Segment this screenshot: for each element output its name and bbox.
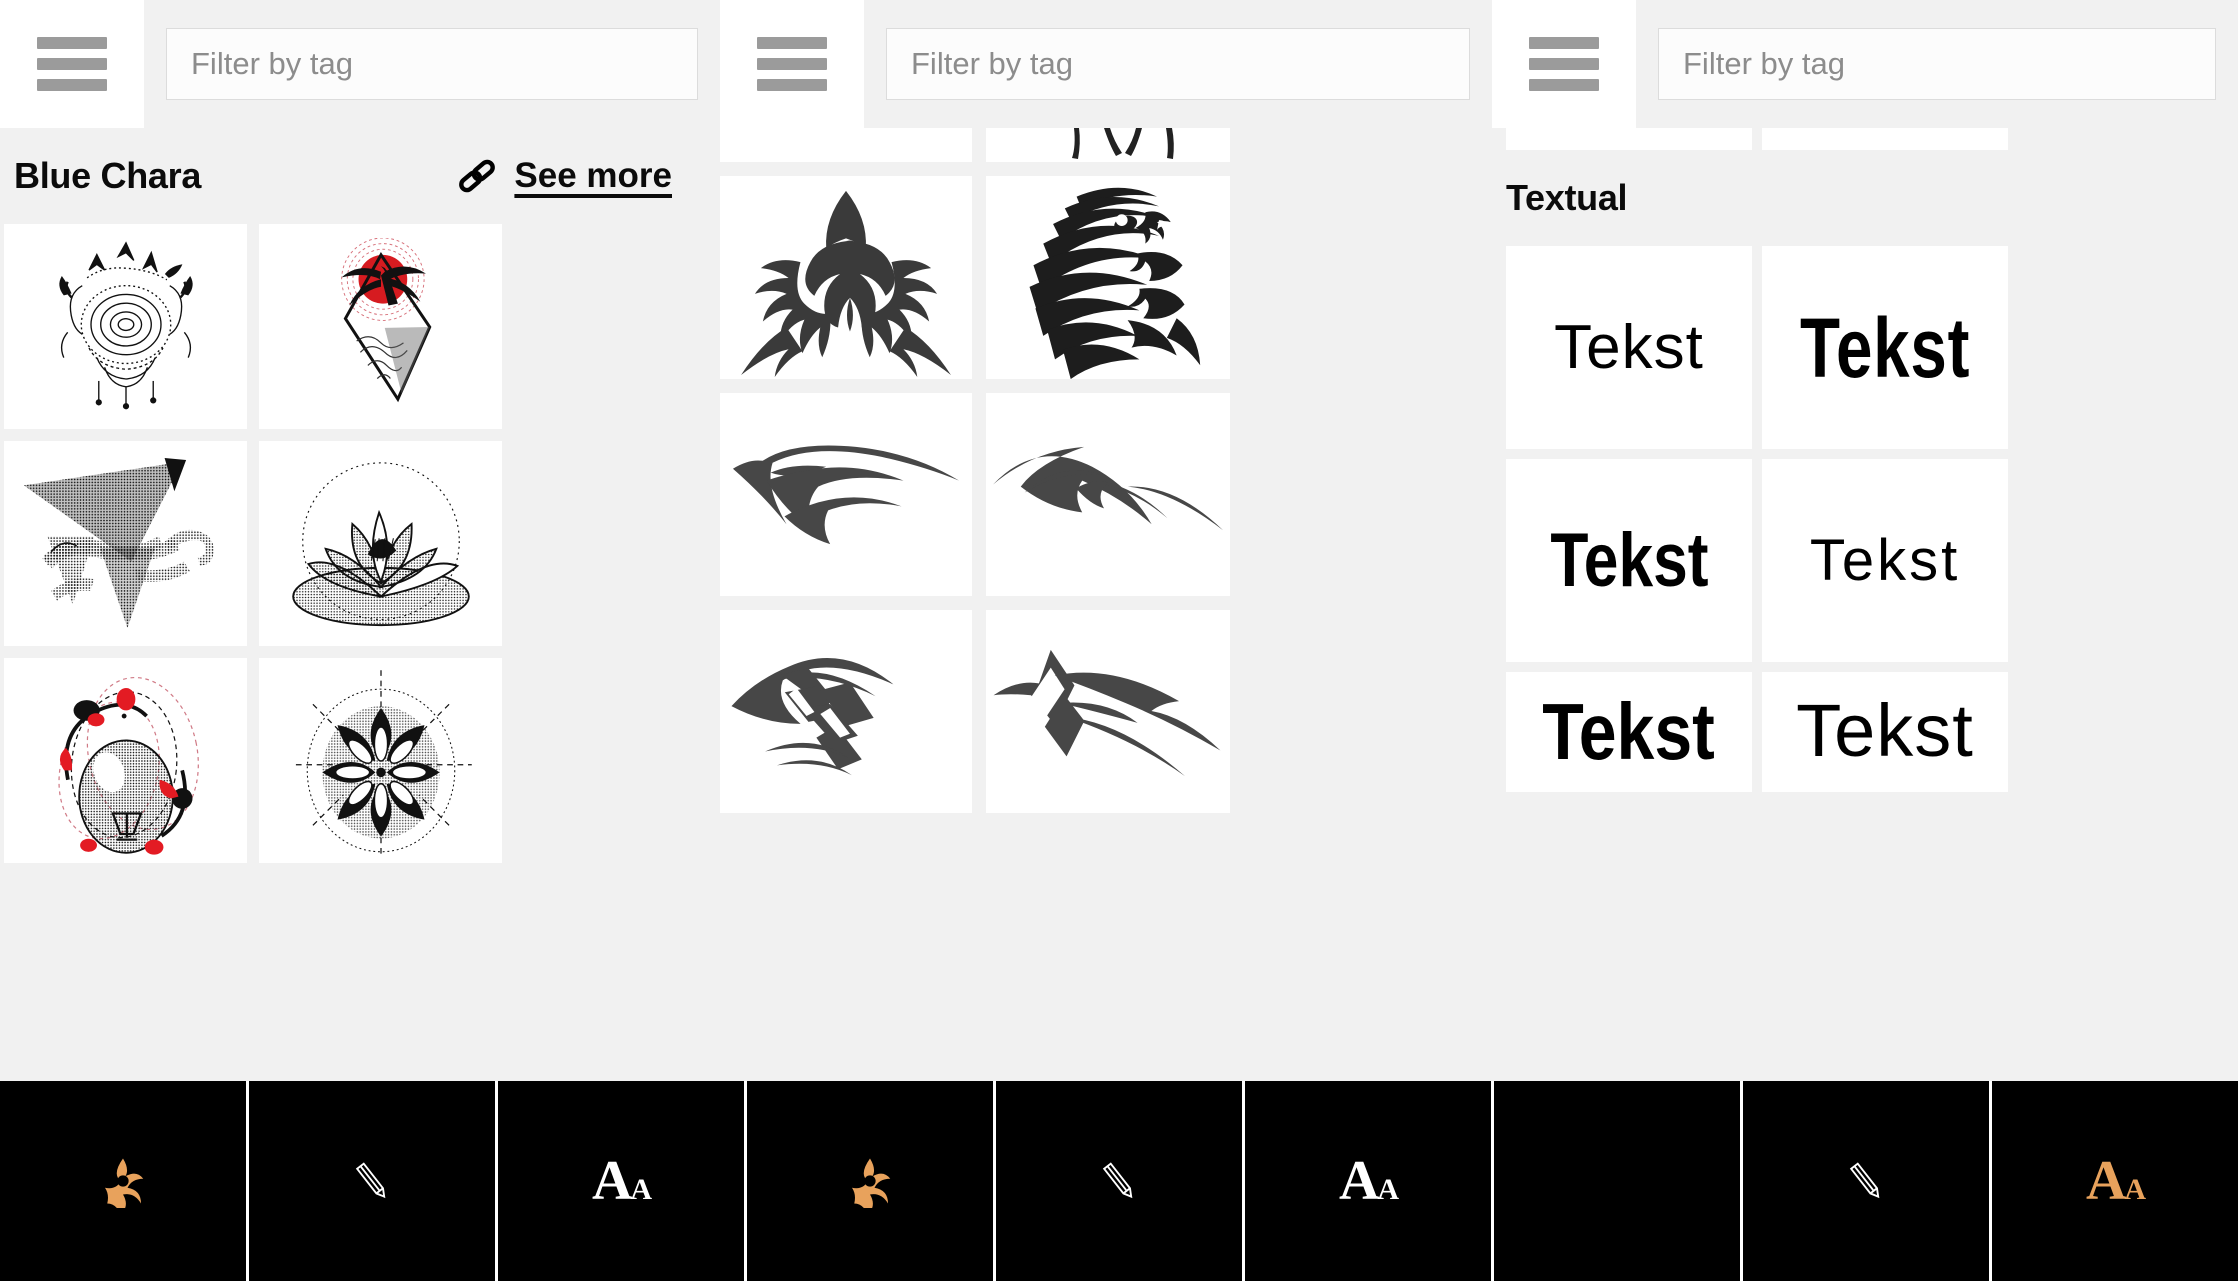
see-more-label: See more — [514, 156, 672, 195]
tattoo-thumb-partial[interactable] — [1762, 128, 2008, 150]
text-aa-icon: AA — [2085, 1150, 2146, 1212]
font-sample-cell[interactable]: Tekst — [1762, 246, 2008, 449]
tattoo-thumb-partial-top-right[interactable] — [986, 128, 1230, 162]
tab-pencil-1[interactable] — [249, 1081, 498, 1281]
tab-pencil-2[interactable] — [996, 1081, 1245, 1281]
tab-flame-1[interactable] — [0, 1081, 249, 1281]
panel-header — [1492, 0, 2238, 128]
tattoo-grid — [0, 224, 720, 863]
tattoo-thumb-partial-top-left[interactable] — [720, 128, 972, 162]
tattoo-thumb-rose-mandala[interactable] — [4, 224, 247, 429]
text-aa-icon: AA — [591, 1150, 652, 1212]
chain-link-icon — [459, 159, 496, 193]
palm-tree-red-sun-diamond-tattoo — [340, 237, 431, 402]
tattoo-thumb-tribal-panther[interactable] — [986, 176, 1230, 379]
rose-mandala-dotwork-tattoo — [58, 241, 193, 410]
font-sample-cell[interactable]: Tekst — [1506, 672, 1752, 792]
filter-field-wrap — [1636, 0, 2238, 128]
filter-field-wrap — [144, 0, 720, 128]
pencil-icon — [996, 1081, 1242, 1281]
tribal-swoosh-arrow-left — [732, 445, 960, 545]
tattoo-thumb-tribal-squid[interactable] — [720, 176, 972, 379]
panel-header — [720, 0, 1492, 128]
tab-pencil-3[interactable] — [1743, 1081, 1992, 1281]
tattoo-thumb-tribal-swoosh-arrow[interactable] — [720, 393, 972, 596]
bottom-tab-bar: AA AA AA — [0, 1081, 2238, 1281]
filter-field-wrap — [864, 0, 1492, 128]
tattoo-thumb-lotus-dotwork[interactable] — [259, 441, 502, 646]
flame-icon — [0, 1081, 246, 1281]
partial-row-grid — [1492, 128, 2238, 150]
panel-header — [0, 0, 720, 128]
tribal-partial-top-right — [1072, 128, 1174, 159]
search-input[interactable] — [166, 28, 698, 100]
tribal-knot-swoosh — [731, 657, 894, 775]
font-sample-label: Tekst — [1549, 517, 1709, 603]
font-sample-cell[interactable]: Tekst — [1506, 246, 1752, 449]
lightbulb-orbit-red-dots-tattoo — [57, 676, 199, 855]
section-header: Blue Chara See more — [0, 128, 720, 224]
hamburger-menu-icon — [757, 37, 827, 91]
font-sample-label: Tekst — [1554, 312, 1704, 382]
font-sample-label: Tekst — [1799, 300, 1971, 395]
tab-text-2[interactable]: AA — [1245, 1081, 1494, 1281]
menu-button[interactable] — [720, 0, 864, 128]
pencil-icon — [1743, 1081, 1989, 1281]
font-sample-cell[interactable]: Tekst — [1762, 672, 2008, 792]
font-sample-label: Tekst — [1796, 689, 1974, 772]
tattoo-thumb-geometric-lion[interactable] — [4, 441, 247, 646]
menu-button[interactable] — [1492, 0, 1636, 128]
font-sample-label: Tekst — [1809, 527, 1961, 593]
tribal-diamond-swoosh — [993, 649, 1221, 776]
tab-flame-2[interactable] — [747, 1081, 996, 1281]
see-more-button[interactable]: See more — [454, 153, 706, 199]
search-input[interactable] — [1658, 28, 2216, 100]
tribal-squid-tattoo — [741, 190, 951, 377]
tab-text-1[interactable]: AA — [498, 1081, 747, 1281]
tattoo-thumb-tribal-knot-swoosh[interactable] — [720, 610, 972, 813]
page-title: Textual — [1506, 177, 1628, 218]
section-header: Textual — [1492, 150, 2238, 246]
geometric-lion-dotwork-tattoo — [23, 457, 214, 628]
tribal-panther-head-tattoo — [1029, 187, 1201, 379]
menu-button[interactable] — [0, 0, 144, 128]
pencil-icon — [249, 1081, 495, 1281]
tribal-swoosh-wing-right — [992, 446, 1224, 531]
font-sample-label: Tekst — [1542, 687, 1716, 776]
text-aa-icon: AA — [1338, 1150, 1399, 1212]
lotus-flower-dotwork-tattoo — [291, 461, 470, 626]
tattoo-grid — [720, 128, 1492, 813]
font-sample-cell[interactable]: Tekst — [1506, 459, 1752, 662]
tattoo-thumb-palm-red-sun[interactable] — [259, 224, 502, 429]
tattoo-thumb-tribal-diamond-swoosh[interactable] — [986, 610, 1230, 813]
tab-flame-3[interactable] — [1494, 1081, 1743, 1281]
font-sample-cell[interactable]: Tekst — [1762, 459, 2008, 662]
flame-icon — [1494, 1081, 1740, 1281]
tattoo-thumb-mandala-flower[interactable] — [259, 658, 502, 863]
hamburger-menu-icon — [1529, 37, 1599, 91]
font-grid: Tekst Tekst Tekst Tekst Tekst Tekst — [1492, 246, 2238, 792]
flame-icon — [747, 1081, 993, 1281]
tattoo-thumb-partial[interactable] — [1506, 128, 1752, 150]
tattoo-thumb-lightbulb-orbits[interactable] — [4, 658, 247, 863]
tab-text-3[interactable]: AA — [1992, 1081, 2238, 1281]
search-input[interactable] — [886, 28, 1470, 100]
page-title: Blue Chara — [14, 155, 202, 196]
hamburger-menu-icon — [37, 37, 107, 91]
tattoo-thumb-tribal-swoosh-wing[interactable] — [986, 393, 1230, 596]
mandala-flower-dotwork-tattoo — [295, 669, 472, 856]
